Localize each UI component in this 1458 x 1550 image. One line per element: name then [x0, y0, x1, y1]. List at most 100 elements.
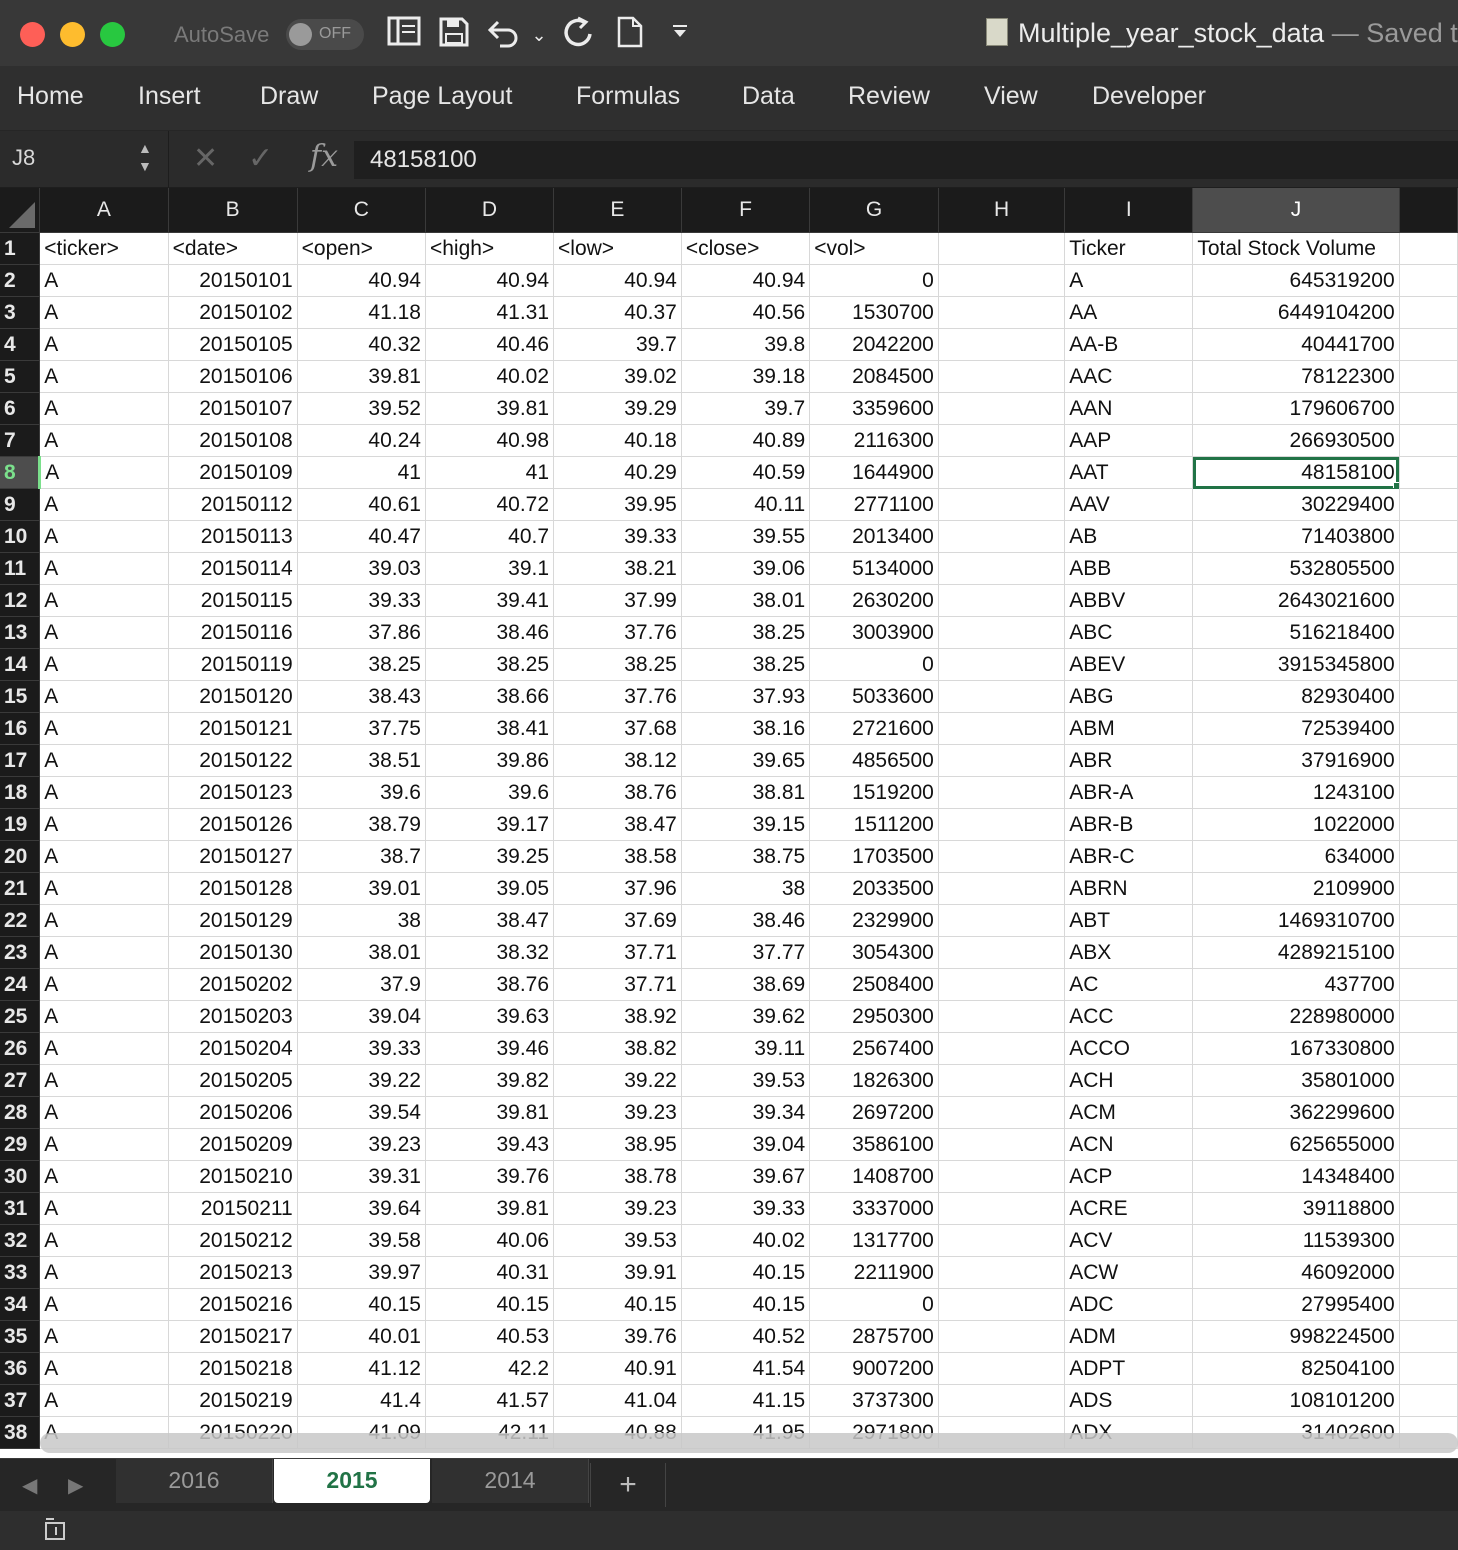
cell-d8[interactable]: 41	[425, 456, 555, 489]
cell-i21[interactable]: ABRN	[1064, 872, 1194, 905]
cell-i28[interactable]: ACM	[1064, 1096, 1194, 1129]
cell-k32[interactable]	[1399, 1224, 1458, 1257]
cell-j19[interactable]: 1022000	[1192, 808, 1400, 841]
sheet-tab-2014[interactable]: 2014	[432, 1459, 589, 1503]
cell-e28[interactable]: 39.23	[553, 1096, 682, 1129]
tab-data[interactable]: Data	[742, 82, 795, 111]
cell-e37[interactable]: 41.04	[553, 1384, 682, 1417]
cell-e22[interactable]: 37.69	[553, 904, 682, 937]
cell-a36[interactable]: A	[39, 1352, 169, 1385]
cell-g15[interactable]: 5033600	[809, 680, 939, 713]
cell-k37[interactable]	[1399, 1384, 1458, 1417]
cell-i9[interactable]: AAV	[1064, 488, 1194, 521]
cell-c37[interactable]: 41.4	[297, 1384, 426, 1417]
cell-k22[interactable]	[1399, 904, 1458, 937]
cell-j34[interactable]: 27995400	[1192, 1288, 1400, 1321]
cell-h28[interactable]	[938, 1096, 1066, 1129]
cell-g36[interactable]: 9007200	[809, 1352, 939, 1385]
cell-b1[interactable]: <date>	[168, 232, 298, 265]
cell-c16[interactable]: 37.75	[297, 712, 426, 745]
cell-c4[interactable]: 40.32	[297, 328, 426, 361]
cell-a5[interactable]: A	[39, 360, 169, 393]
cell-a13[interactable]: A	[39, 616, 169, 649]
cell-e4[interactable]: 39.7	[553, 328, 682, 361]
cell-c34[interactable]: 40.15	[297, 1288, 426, 1321]
cell-f25[interactable]: 39.62	[681, 1000, 811, 1033]
cell-h35[interactable]	[938, 1320, 1066, 1353]
cell-h34[interactable]	[938, 1288, 1066, 1321]
cell-h21[interactable]	[938, 872, 1066, 905]
cell-h27[interactable]	[938, 1064, 1066, 1097]
cell-k30[interactable]	[1399, 1160, 1458, 1193]
column-header-e[interactable]: E	[553, 188, 682, 233]
cell-f7[interactable]: 40.89	[681, 424, 811, 457]
cell-b3[interactable]: 20150102	[168, 296, 298, 329]
cell-b26[interactable]: 20150204	[168, 1032, 298, 1065]
redo-icon[interactable]	[558, 16, 598, 54]
column-header-i[interactable]: I	[1064, 188, 1194, 233]
row-header[interactable]: 13	[0, 616, 41, 649]
cell-e3[interactable]: 40.37	[553, 296, 682, 329]
cell-k36[interactable]	[1399, 1352, 1458, 1385]
cell-i5[interactable]: AAC	[1064, 360, 1194, 393]
cell-g24[interactable]: 2508400	[809, 968, 939, 1001]
prev-sheet-arrow-icon[interactable]: ◀	[22, 1473, 37, 1498]
cell-c22[interactable]: 38	[297, 904, 426, 937]
cell-k31[interactable]	[1399, 1192, 1458, 1225]
cell-b19[interactable]: 20150126	[168, 808, 298, 841]
cell-c30[interactable]: 39.31	[297, 1160, 426, 1193]
cell-e17[interactable]: 38.12	[553, 744, 682, 777]
cell-a27[interactable]: A	[39, 1064, 169, 1097]
cell-a35[interactable]: A	[39, 1320, 169, 1353]
cell-j7[interactable]: 266930500	[1192, 424, 1400, 457]
tab-review[interactable]: Review	[848, 82, 930, 111]
cell-e20[interactable]: 38.58	[553, 840, 682, 873]
cell-b31[interactable]: 20150211	[168, 1192, 298, 1225]
undo-dropdown-chevron-icon[interactable]: ⌄	[526, 16, 552, 54]
cell-j27[interactable]: 35801000	[1192, 1064, 1400, 1097]
cell-k20[interactable]	[1399, 840, 1458, 873]
cell-f34[interactable]: 40.15	[681, 1288, 811, 1321]
cell-a11[interactable]: A	[39, 552, 169, 585]
cell-i16[interactable]: ABM	[1064, 712, 1194, 745]
cell-j24[interactable]: 437700	[1192, 968, 1400, 1001]
cell-i33[interactable]: ACW	[1064, 1256, 1194, 1289]
cell-a19[interactable]: A	[39, 808, 169, 841]
row-header[interactable]: 22	[0, 904, 41, 937]
cell-b12[interactable]: 20150115	[168, 584, 298, 617]
cell-j28[interactable]: 362299600	[1192, 1096, 1400, 1129]
cell-h33[interactable]	[938, 1256, 1066, 1289]
cell-d24[interactable]: 38.76	[425, 968, 555, 1001]
cell-a6[interactable]: A	[39, 392, 169, 425]
cell-k12[interactable]	[1399, 584, 1458, 617]
row-header[interactable]: 34	[0, 1288, 41, 1321]
cell-k8[interactable]	[1399, 456, 1458, 489]
cell-a7[interactable]: A	[39, 424, 169, 457]
cell-e21[interactable]: 37.96	[553, 872, 682, 905]
sidebar-toggle-icon[interactable]	[384, 16, 424, 54]
cell-d29[interactable]: 39.43	[425, 1128, 555, 1161]
cell-g35[interactable]: 2875700	[809, 1320, 939, 1353]
tab-insert[interactable]: Insert	[138, 82, 201, 111]
cell-k9[interactable]	[1399, 488, 1458, 521]
cell-i37[interactable]: ADS	[1064, 1384, 1194, 1417]
cell-g33[interactable]: 2211900	[809, 1256, 939, 1289]
cell-g4[interactable]: 2042200	[809, 328, 939, 361]
row-header[interactable]: 5	[0, 360, 41, 393]
cell-h7[interactable]	[938, 424, 1066, 457]
cell-j6[interactable]: 179606700	[1192, 392, 1400, 425]
cell-b4[interactable]: 20150105	[168, 328, 298, 361]
cell-b34[interactable]: 20150216	[168, 1288, 298, 1321]
cell-b30[interactable]: 20150210	[168, 1160, 298, 1193]
close-window-button[interactable]	[20, 22, 45, 47]
row-header[interactable]: 18	[0, 776, 41, 809]
cell-d2[interactable]: 40.94	[425, 264, 555, 297]
cell-f14[interactable]: 38.25	[681, 648, 811, 681]
cell-g20[interactable]: 1703500	[809, 840, 939, 873]
cell-f15[interactable]: 37.93	[681, 680, 811, 713]
cell-g34[interactable]: 0	[809, 1288, 939, 1321]
cell-e6[interactable]: 39.29	[553, 392, 682, 425]
cell-f2[interactable]: 40.94	[681, 264, 811, 297]
cell-i11[interactable]: ABB	[1064, 552, 1194, 585]
cell-b28[interactable]: 20150206	[168, 1096, 298, 1129]
